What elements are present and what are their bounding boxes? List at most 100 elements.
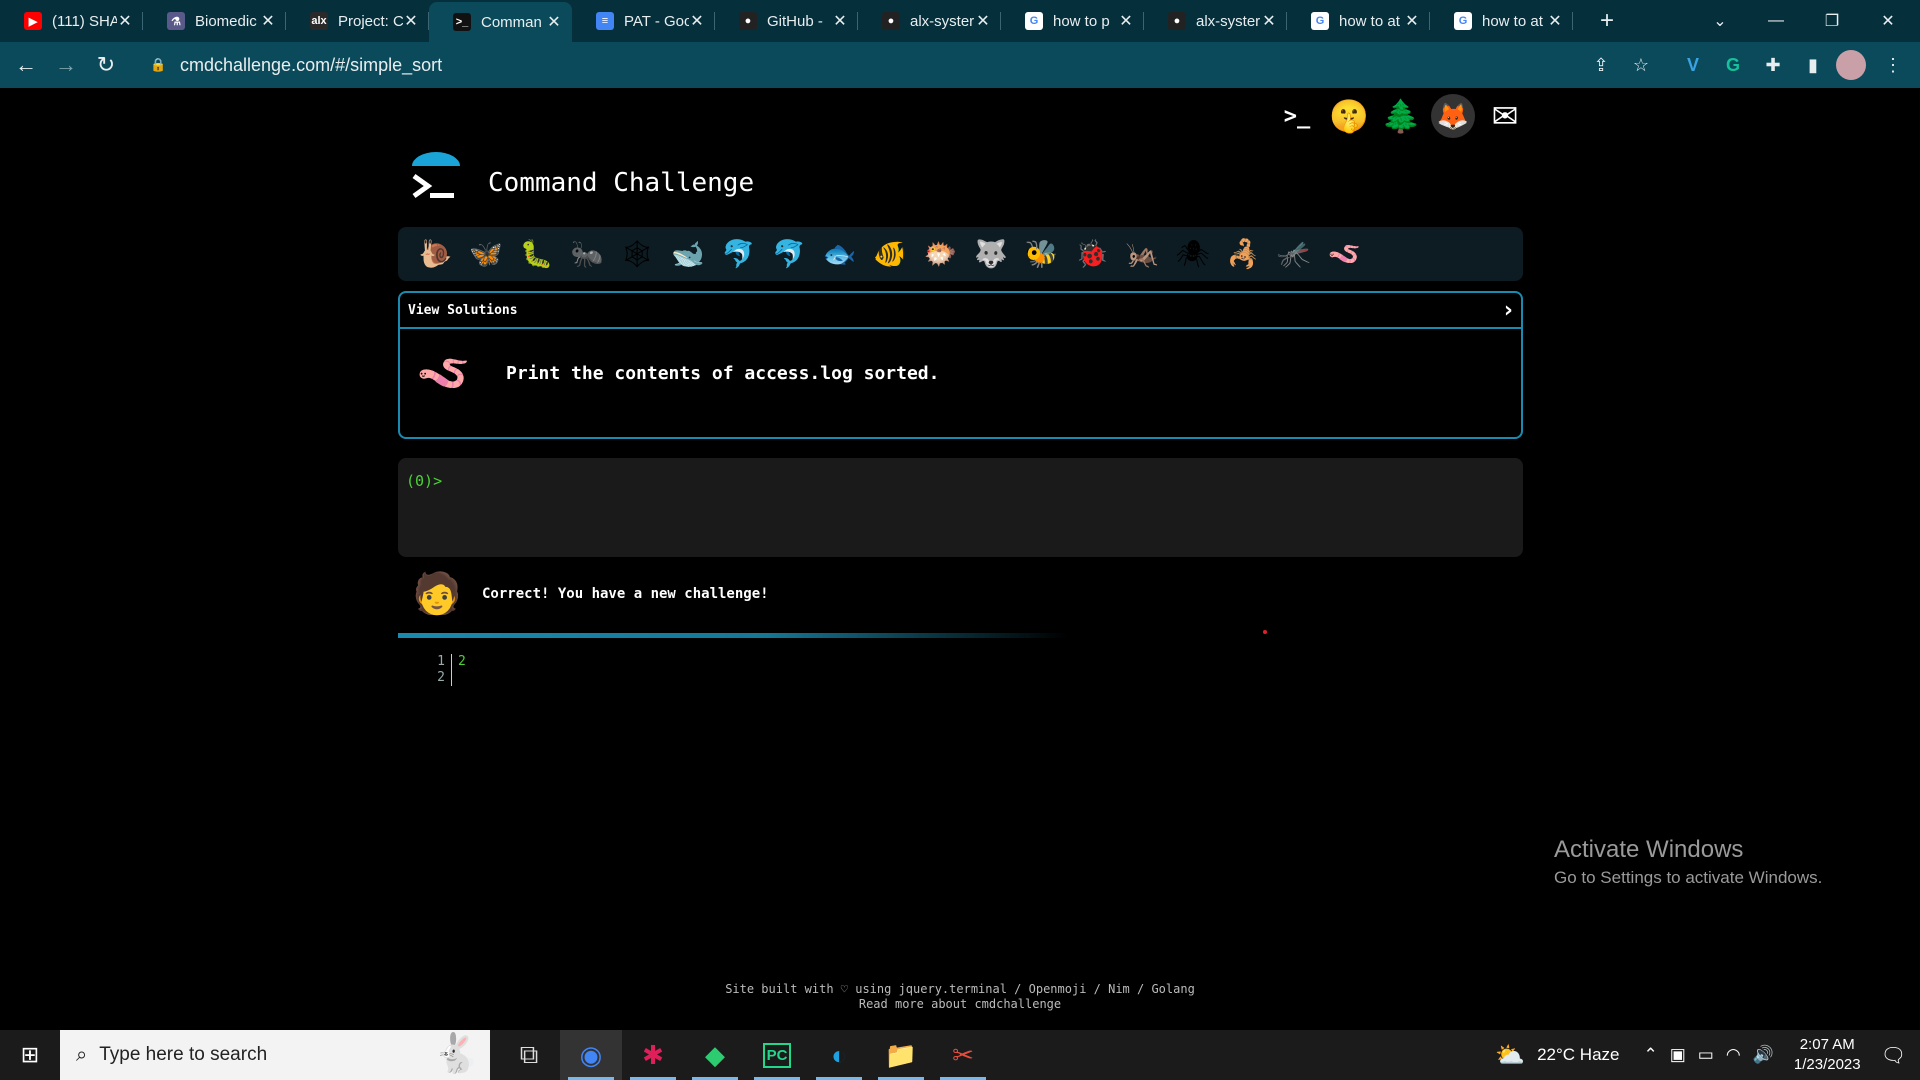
browser-tab[interactable]: ● alx-syster ✕	[1144, 0, 1287, 42]
edge-icon[interactable]: ◐	[808, 1030, 870, 1080]
close-tab-icon[interactable]: ✕	[403, 11, 419, 31]
shushing-face-icon[interactable]: 🤫	[1327, 94, 1371, 138]
browser-tab[interactable]: Ghow to at ✕	[1430, 0, 1573, 42]
challenge-emoji-button[interactable]: 🦋	[461, 238, 512, 270]
challenge-emoji-button[interactable]: 🐬	[713, 238, 764, 270]
challenge-emoji-button[interactable]: 🐬	[764, 238, 815, 270]
browser-tab[interactable]: ≡ PAT - Goo ✕	[572, 0, 715, 42]
weather-icon[interactable]: ⛅	[1495, 1041, 1525, 1070]
close-tab-icon[interactable]: ✕	[832, 11, 848, 31]
reload-button[interactable]: ↻	[86, 45, 126, 85]
tab-title[interactable]: alx-syster	[1196, 13, 1261, 30]
bookmark-star-icon[interactable]: ☆	[1626, 50, 1656, 80]
close-tab-icon[interactable]: ✕	[975, 11, 991, 31]
browser-tab[interactable]: Ghow to p ✕	[1001, 0, 1144, 42]
profile-avatar[interactable]	[1836, 50, 1866, 80]
taskbar-search-box[interactable]: ⌕ Type here to search 🐇	[60, 1030, 490, 1080]
notifications-icon[interactable]: 🗨	[1881, 1043, 1906, 1068]
tab-title[interactable]: alx-syster	[910, 13, 975, 30]
terminal-logo-icon[interactable]: >_	[1275, 94, 1319, 138]
browser-tab[interactable]: ● alx-syster ✕	[858, 0, 1001, 42]
grammarly-extension-icon[interactable]: G	[1718, 50, 1748, 80]
close-tab-icon[interactable]: ✕	[117, 11, 133, 31]
challenge-emoji-button[interactable]: 🐛	[511, 238, 562, 270]
challenge-emoji-button[interactable]: 🕷	[1168, 238, 1219, 270]
menu-kebab-icon[interactable]: ⋮	[1878, 50, 1908, 80]
share-icon[interactable]: ⇪	[1586, 50, 1616, 80]
challenge-emoji-button[interactable]: 🐡	[915, 238, 966, 270]
challenge-emoji-button[interactable]: 🐞	[1067, 238, 1118, 270]
search-placeholder[interactable]: Type here to search	[99, 1044, 267, 1066]
challenge-emoji-button[interactable]: 🕸	[612, 238, 663, 270]
tab-title[interactable]: PAT - Goo	[624, 13, 689, 30]
read-more-link[interactable]: Read more about cmdchallenge	[0, 997, 1920, 1012]
windows-start-icon[interactable]: ⊞	[0, 1030, 60, 1080]
meet-now-icon[interactable]: ▣	[1670, 1045, 1686, 1065]
tab-title[interactable]: how to p	[1053, 13, 1118, 30]
close-tab-icon[interactable]: ✕	[1118, 11, 1134, 31]
tab-title[interactable]: how to at	[1482, 13, 1547, 30]
clock[interactable]: 2:07 AM 1/23/2023	[1794, 1035, 1861, 1075]
challenge-emoji-button[interactable]: 🐌	[410, 238, 461, 270]
close-tab-icon[interactable]: ✕	[689, 11, 705, 31]
extensions-puzzle-icon[interactable]: ✚	[1758, 50, 1788, 80]
terminal-input[interactable]: (0)>	[398, 458, 1523, 557]
side-panel-icon[interactable]: ▮	[1798, 50, 1828, 80]
gitlab-icon[interactable]: 🦊	[1431, 94, 1475, 138]
battery-icon[interactable]: ▭	[1698, 1045, 1714, 1065]
code-line[interactable]: 2	[458, 654, 466, 670]
address-bar[interactable]: 🔒 cmdchallenge.com/#/simple_sort	[136, 47, 1636, 83]
back-button[interactable]: ←	[6, 45, 46, 85]
challenge-emoji-button[interactable]: 🐠	[865, 238, 916, 270]
task-view-icon[interactable]: ⧉	[498, 1030, 560, 1080]
tab-title[interactable]: how to at	[1339, 13, 1404, 30]
close-tab-icon[interactable]: ✕	[1261, 11, 1277, 31]
browser-tab[interactable]: >_ Comman ✕	[429, 2, 572, 42]
chevron-up-icon[interactable]: ⌃	[1643, 1045, 1657, 1065]
challenge-emoji-button[interactable]: 🐝	[1016, 238, 1067, 270]
minimize-button[interactable]: —	[1748, 0, 1804, 42]
browser-tab[interactable]: alx Project: C ✕	[286, 0, 429, 42]
close-tab-icon[interactable]: ✕	[1404, 11, 1420, 31]
volume-icon[interactable]: 🔊	[1753, 1045, 1774, 1065]
view-solutions-label[interactable]: View Solutions	[408, 303, 518, 318]
browser-tab[interactable]: ⚗ Biomedic ✕	[143, 0, 286, 42]
view-solutions-header[interactable]: View Solutions ›	[400, 293, 1521, 329]
vimeo-extension-icon[interactable]: V	[1678, 50, 1708, 80]
wifi-icon[interactable]: ◠	[1726, 1045, 1741, 1065]
close-window-button[interactable]: ✕	[1860, 0, 1916, 42]
pycharm-icon[interactable]: PC	[746, 1030, 808, 1080]
chrome-icon[interactable]: ◉	[560, 1030, 622, 1080]
code-lines[interactable]: 2	[452, 654, 466, 686]
git-icon[interactable]: ◆	[684, 1030, 746, 1080]
tab-title[interactable]: Comman	[481, 14, 546, 31]
restore-button[interactable]: ❐	[1804, 0, 1860, 42]
tab-title[interactable]: Project: C	[338, 13, 403, 30]
close-tab-icon[interactable]: ✕	[260, 11, 276, 31]
challenge-emoji-button[interactable]: 🦟	[1269, 238, 1320, 270]
close-tab-icon[interactable]: ✕	[546, 12, 562, 32]
browser-tab[interactable]: Ghow to at ✕	[1287, 0, 1430, 42]
output-editor[interactable]: 1 2 2	[430, 654, 466, 686]
tab-title[interactable]: (111) SHA	[52, 13, 117, 30]
file-explorer-icon[interactable]: 📁	[870, 1030, 932, 1080]
challenge-emoji-button[interactable]: 🦗	[1117, 238, 1168, 270]
tab-title[interactable]: Biomedic	[195, 13, 260, 30]
challenge-emoji-button[interactable]: 🪱	[1319, 238, 1370, 270]
challenge-emoji-button[interactable]: 🐟	[814, 238, 865, 270]
browser-tab[interactable]: ▶ (111) SHA ✕	[0, 0, 143, 42]
forward-button[interactable]: →	[46, 45, 86, 85]
tab-search-chevron-icon[interactable]: ⌄	[1692, 0, 1748, 42]
challenge-emoji-button[interactable]: 🦂	[1218, 238, 1269, 270]
tree-icon[interactable]: 🌲	[1379, 94, 1423, 138]
challenge-emoji-button[interactable]: 🐜	[562, 238, 613, 270]
chevron-right-icon[interactable]: ›	[1504, 298, 1513, 323]
challenge-emoji-button[interactable]: 🐋	[663, 238, 714, 270]
weather-text[interactable]: 22°C Haze	[1537, 1045, 1619, 1065]
slack-icon[interactable]: ✱	[622, 1030, 684, 1080]
url-text[interactable]: cmdchallenge.com/#/simple_sort	[180, 55, 442, 76]
close-tab-icon[interactable]: ✕	[1547, 11, 1563, 31]
new-tab-button[interactable]: +	[1587, 7, 1627, 35]
browser-tab[interactable]: ● GitHub - ✕	[715, 0, 858, 42]
tab-title[interactable]: GitHub -	[767, 13, 832, 30]
